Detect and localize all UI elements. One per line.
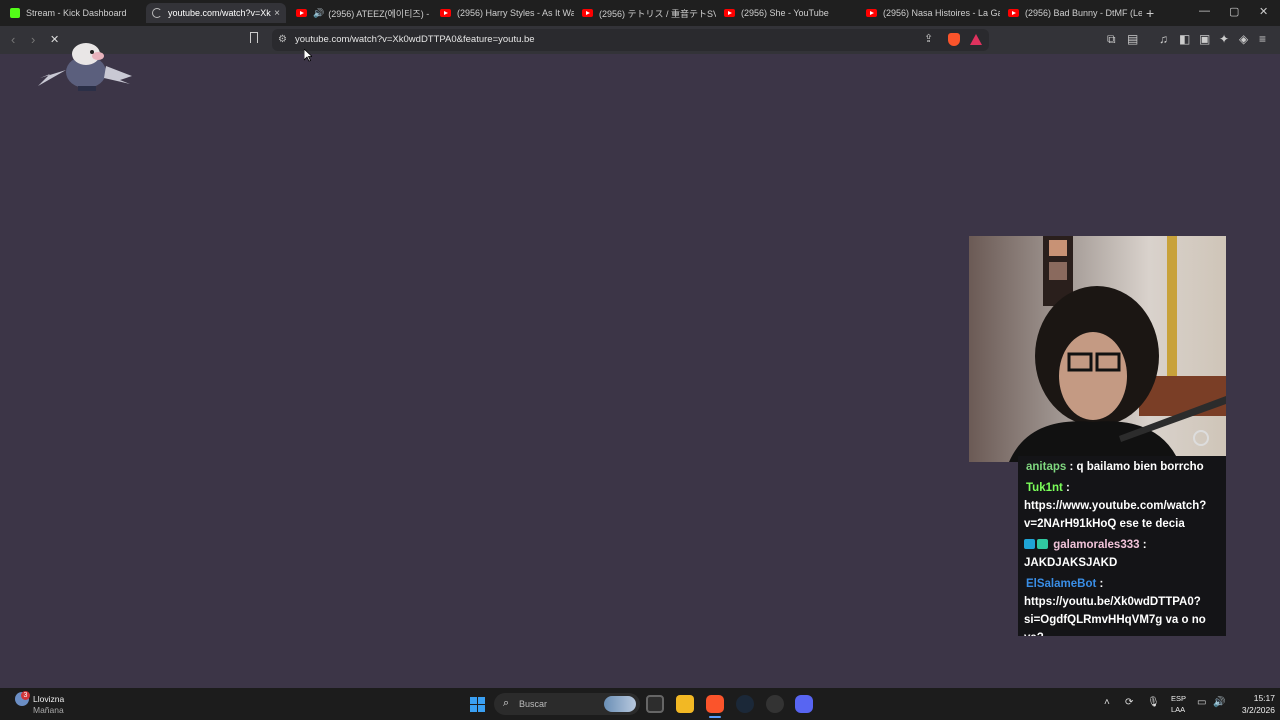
network-icon[interactable]: ▭ <box>1197 697 1206 708</box>
volume-icon[interactable]: 🔊 <box>1213 697 1225 708</box>
tab-label: youtube.com/watch?v=Xk <box>168 8 271 18</box>
tab-strip: Stream - Kick Dashboard youtube.com/watc… <box>0 0 1280 26</box>
youtube-icon <box>866 9 877 17</box>
brave-browser-icon[interactable] <box>706 695 724 713</box>
sidebar-icon[interactable]: ◧ <box>1179 32 1190 46</box>
reader-mode-icon[interactable]: ▤ <box>1127 32 1138 46</box>
stream-chat: anitaps : q bailamo bien borrcho Tuk1nt … <box>1018 456 1226 636</box>
bookmark-icon[interactable] <box>250 32 258 43</box>
obs-icon[interactable] <box>766 695 784 713</box>
youtube-icon <box>440 9 451 17</box>
windows-start-button[interactable] <box>470 697 485 712</box>
chat-username: galamorales333 <box>1053 539 1140 551</box>
tab-kick-dashboard[interactable]: Stream - Kick Dashboard <box>4 3 144 23</box>
tab-harry-styles[interactable]: (2956) Harry Styles - As It Was <box>434 3 574 23</box>
chat-message: anitaps : q bailamo bien borrcho <box>1024 458 1220 476</box>
search-icon: ⌕ <box>503 697 510 709</box>
chat-separator: : <box>1096 578 1104 590</box>
weather-alert-badge: 3 <box>21 691 30 700</box>
show-hidden-icons-chevron-icon[interactable]: ˄ <box>1104 697 1110 708</box>
media-icon[interactable]: ♫ <box>1159 32 1168 46</box>
brave-rewards-icon[interactable] <box>970 34 982 45</box>
new-tab-button[interactable]: + <box>1146 5 1154 21</box>
tab-label: (2956) テトリス / 重音テトSV - Yo <box>599 8 716 19</box>
site-settings-icon[interactable]: ⚙ <box>278 34 287 45</box>
tab-label: Stream - Kick Dashboard <box>26 8 127 18</box>
maximize-button[interactable]: ▢ <box>1229 5 1239 18</box>
badge-icon <box>1024 539 1035 549</box>
tab-label: (2956) ATEEZ(에이티즈) - ' <box>328 8 430 19</box>
chat-username: Tuk1nt <box>1026 482 1063 494</box>
chat-text: https://youtu.be/Xk0wdDTTPA0?si=OgdfQLRm… <box>1024 596 1206 636</box>
tab-label: (2956) Nasa Histoires - La Gata <box>883 8 1000 18</box>
chat-message: Tuk1nt : https://www.youtube.com/watch?v… <box>1024 479 1220 533</box>
taskbar: 3 Llovizna Mañana ⌕ Buscar ˄ ⟳ 🎙 ESP LAA… <box>0 688 1280 720</box>
tab-youtube-loading[interactable]: youtube.com/watch?v=Xk × <box>146 3 286 23</box>
weather-condition: Llovizna <box>33 694 65 704</box>
browser-toolbar: ‹ › ✕ ⚙ youtube.com/watch?v=Xk0wdDTTPA0&… <box>0 26 1280 54</box>
wallet-icon[interactable]: ▣ <box>1199 32 1210 46</box>
webcam-feed <box>969 236 1226 462</box>
url-text[interactable]: youtube.com/watch?v=Xk0wdDTTPA0&feature=… <box>295 34 535 45</box>
share-icon[interactable]: ⇪ <box>924 32 933 45</box>
close-window-button[interactable]: ✕ <box>1259 5 1268 18</box>
youtube-icon <box>296 9 307 17</box>
youtube-icon <box>724 9 735 17</box>
search-highlight-image <box>604 696 636 712</box>
chat-text: q bailamo bien borrcho <box>1076 461 1204 473</box>
vpn-icon[interactable]: ◈ <box>1239 32 1248 46</box>
chat-message: galamorales333 : JAKDJAKSJAKD <box>1024 536 1220 572</box>
tab-label: (2956) She - YouTube <box>741 8 829 18</box>
kick-icon <box>10 8 20 18</box>
mouse-cursor-icon <box>304 49 312 62</box>
chat-separator: : <box>1139 539 1147 551</box>
tab-bad-bunny[interactable]: (2956) Bad Bunny - DtMF (Letr <box>1002 3 1142 23</box>
clock-time[interactable]: 15:17 <box>1237 693 1275 703</box>
language-region[interactable]: LAA <box>1171 705 1185 714</box>
tab-nasa-histoires[interactable]: (2956) Nasa Histoires - La Gata <box>860 3 1000 23</box>
menu-icon[interactable]: ≡ <box>1259 32 1266 46</box>
chat-text: https://www.youtube.com/watch?v=2NArH91k… <box>1024 500 1207 530</box>
language-code[interactable]: ESP <box>1171 694 1186 703</box>
minimize-button[interactable]: — <box>1199 5 1210 17</box>
weather-forecast-day: Mañana <box>33 705 64 715</box>
chat-username: ElSalameBot <box>1026 578 1097 590</box>
close-tab-button[interactable]: × <box>274 8 280 19</box>
tab-tetris[interactable]: (2956) テトリス / 重音テトSV - Yo <box>576 3 716 23</box>
active-app-indicator <box>709 716 721 718</box>
chat-separator: : <box>1066 461 1077 473</box>
tab-she[interactable]: (2956) She - YouTube <box>718 3 858 23</box>
tab-ateez[interactable]: 🔊 (2956) ATEEZ(에이티즈) - ' <box>290 3 430 23</box>
speaker-icon[interactable]: 🔊 <box>313 8 324 19</box>
microphone-icon[interactable]: 🎙 <box>1147 697 1160 708</box>
search-placeholder: Buscar <box>519 699 548 709</box>
chat-username: anitaps <box>1026 461 1067 473</box>
back-button[interactable]: ‹ <box>11 32 15 47</box>
chat-text: JAKDJAKSJAKD <box>1024 557 1118 569</box>
badge-icon <box>1037 539 1048 549</box>
youtube-icon <box>1008 9 1019 17</box>
leo-ai-icon[interactable]: ✦ <box>1219 32 1229 46</box>
clock-date[interactable]: 3/2/2026 <box>1225 705 1275 715</box>
discord-icon[interactable] <box>795 695 813 713</box>
chat-separator: : <box>1062 482 1070 494</box>
loading-spinner-icon <box>152 8 162 18</box>
bird-overlay-image <box>38 43 132 91</box>
chat-message: ElSalameBot : https://youtu.be/Xk0wdDTTP… <box>1024 575 1220 636</box>
steam-icon[interactable] <box>736 695 754 713</box>
sync-icon[interactable]: ⟳ <box>1125 697 1133 708</box>
taskbar-search[interactable]: ⌕ Buscar <box>494 693 640 715</box>
file-explorer-icon[interactable] <box>676 695 694 713</box>
address-bar[interactable]: ⚙ youtube.com/watch?v=Xk0wdDTTPA0&featur… <box>272 29 989 51</box>
tab-label: (2956) Harry Styles - As It Was <box>457 8 574 18</box>
tab-label: (2956) Bad Bunny - DtMF (Letr <box>1025 8 1142 18</box>
youtube-icon <box>582 9 593 17</box>
task-view-icon[interactable] <box>646 695 664 713</box>
brave-shields-icon[interactable] <box>948 33 960 46</box>
extensions-icon[interactable]: ⧉ <box>1107 32 1116 47</box>
forward-button[interactable]: › <box>31 32 35 47</box>
